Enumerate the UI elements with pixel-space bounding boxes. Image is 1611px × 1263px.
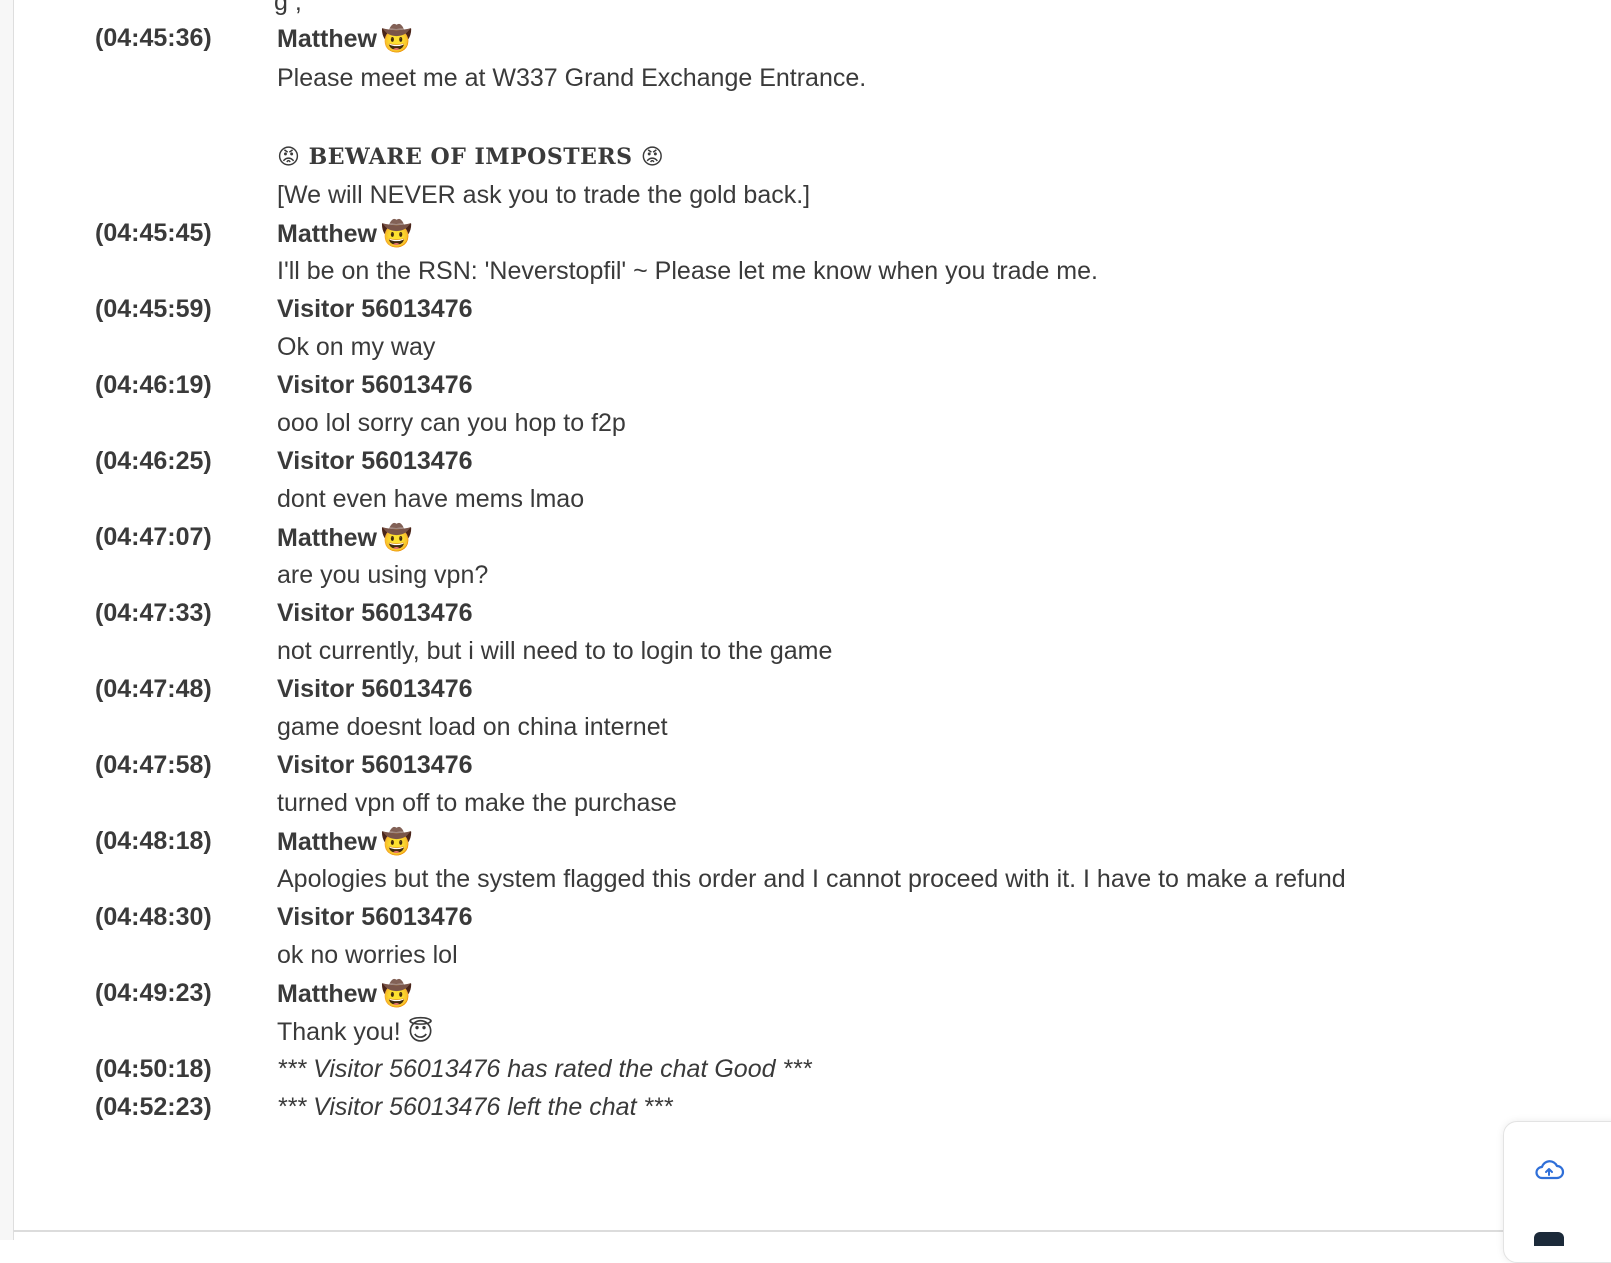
message-text: dont even have mems lmao <box>277 485 585 513</box>
author-name: Matthew <box>277 524 377 552</box>
message-author: Visitor 56013476 <box>277 447 473 476</box>
message-author: Visitor 56013476 <box>277 751 473 780</box>
author-name: Visitor 56013476 <box>277 447 473 475</box>
message-text: game doesnt load on china internet <box>277 713 668 741</box>
author-name: Visitor 56013476 <box>277 371 473 399</box>
event-text: *** Visitor 56013476 left the chat *** <box>277 1093 673 1121</box>
message-timestamp: (04:47:33) <box>95 599 212 627</box>
author-name: Matthew <box>277 220 377 248</box>
author-name: Visitor 56013476 <box>277 599 473 627</box>
message-timestamp: (04:48:30) <box>95 903 212 931</box>
beware-notice: 😡 BEWARE OF IMPOSTERS 😡 <box>277 144 664 170</box>
angry-emoji-icon: 😡 <box>640 145 665 170</box>
event-text: *** Visitor 56013476 has rated the chat … <box>277 1055 812 1083</box>
message-text: ooo lol sorry can you hop to f2p <box>277 409 626 437</box>
cloud-sync-icon[interactable] <box>1533 1158 1565 1182</box>
message-text: I'll be on the RSN: 'Neverstopfil' ~ Ple… <box>277 257 1098 285</box>
author-name: Matthew <box>277 828 377 856</box>
chat-transcript: g , (04:45:36) Matthew 🤠 Please meet me a… <box>0 0 1611 1240</box>
message-text: ok no worries lol <box>277 941 458 969</box>
cowboy-emoji-icon: 🤠 <box>381 979 413 1008</box>
message-timestamp: (04:45:59) <box>95 295 212 323</box>
message-author: Visitor 56013476 <box>277 371 473 400</box>
message-timestamp: (04:46:25) <box>95 447 212 475</box>
author-name: Visitor 56013476 <box>277 751 473 779</box>
cowboy-emoji-icon: 🤠 <box>381 827 413 856</box>
author-name: Matthew <box>277 980 377 1008</box>
message-author: Matthew 🤠 <box>277 827 412 857</box>
author-name: Matthew <box>277 25 377 53</box>
author-name: Visitor 56013476 <box>277 295 473 323</box>
clipped-message-text: g , <box>274 0 302 16</box>
message-author: Matthew 🤠 <box>277 24 412 54</box>
message-timestamp: (04:48:18) <box>95 827 212 855</box>
message-text: Ok on my way <box>277 333 436 361</box>
message-author: Visitor 56013476 <box>277 599 473 628</box>
cowboy-emoji-icon: 🤠 <box>381 24 413 53</box>
message-timestamp: (04:47:07) <box>95 523 212 551</box>
message-author: Matthew 🤠 <box>277 523 412 553</box>
message-timestamp: (04:46:19) <box>95 371 212 399</box>
author-name: Visitor 56013476 <box>277 903 473 931</box>
author-name: Visitor 56013476 <box>277 675 473 703</box>
message-text: Apologies but the system flagged this or… <box>277 865 1346 893</box>
message-text: not currently, but i will need to to log… <box>277 637 833 665</box>
message-text: Thank you! 😇 <box>277 1018 434 1046</box>
message-author: Visitor 56013476 <box>277 903 473 932</box>
message-timestamp: (04:47:58) <box>95 751 212 779</box>
message-text: turned vpn off to make the purchase <box>277 789 677 817</box>
message-timestamp: (04:45:45) <box>95 219 212 247</box>
message-text: Please meet me at W337 Grand Exchange En… <box>277 64 867 92</box>
beware-text: BEWARE OF IMPOSTERS <box>308 144 633 170</box>
message-text: are you using vpn? <box>277 561 489 589</box>
event-timestamp: (04:52:23) <box>95 1093 212 1121</box>
angry-emoji-icon: 😡 <box>277 145 301 170</box>
bottom-divider <box>13 1230 1503 1232</box>
message-author: Matthew 🤠 <box>277 219 412 249</box>
message-timestamp: (04:45:36) <box>95 24 212 52</box>
message-timestamp: (04:47:48) <box>95 675 212 703</box>
chat-widget-icon[interactable] <box>1534 1232 1564 1246</box>
message-author: Visitor 56013476 <box>277 295 473 324</box>
message-author: Matthew 🤠 <box>277 979 412 1009</box>
message-author: Visitor 56013476 <box>277 675 473 704</box>
cowboy-emoji-icon: 🤠 <box>381 523 413 552</box>
cowboy-emoji-icon: 🤠 <box>381 219 413 248</box>
message-timestamp: (04:49:23) <box>95 979 212 1007</box>
event-timestamp: (04:50:18) <box>95 1055 212 1083</box>
message-text: [We will NEVER ask you to trade the gold… <box>277 181 811 209</box>
